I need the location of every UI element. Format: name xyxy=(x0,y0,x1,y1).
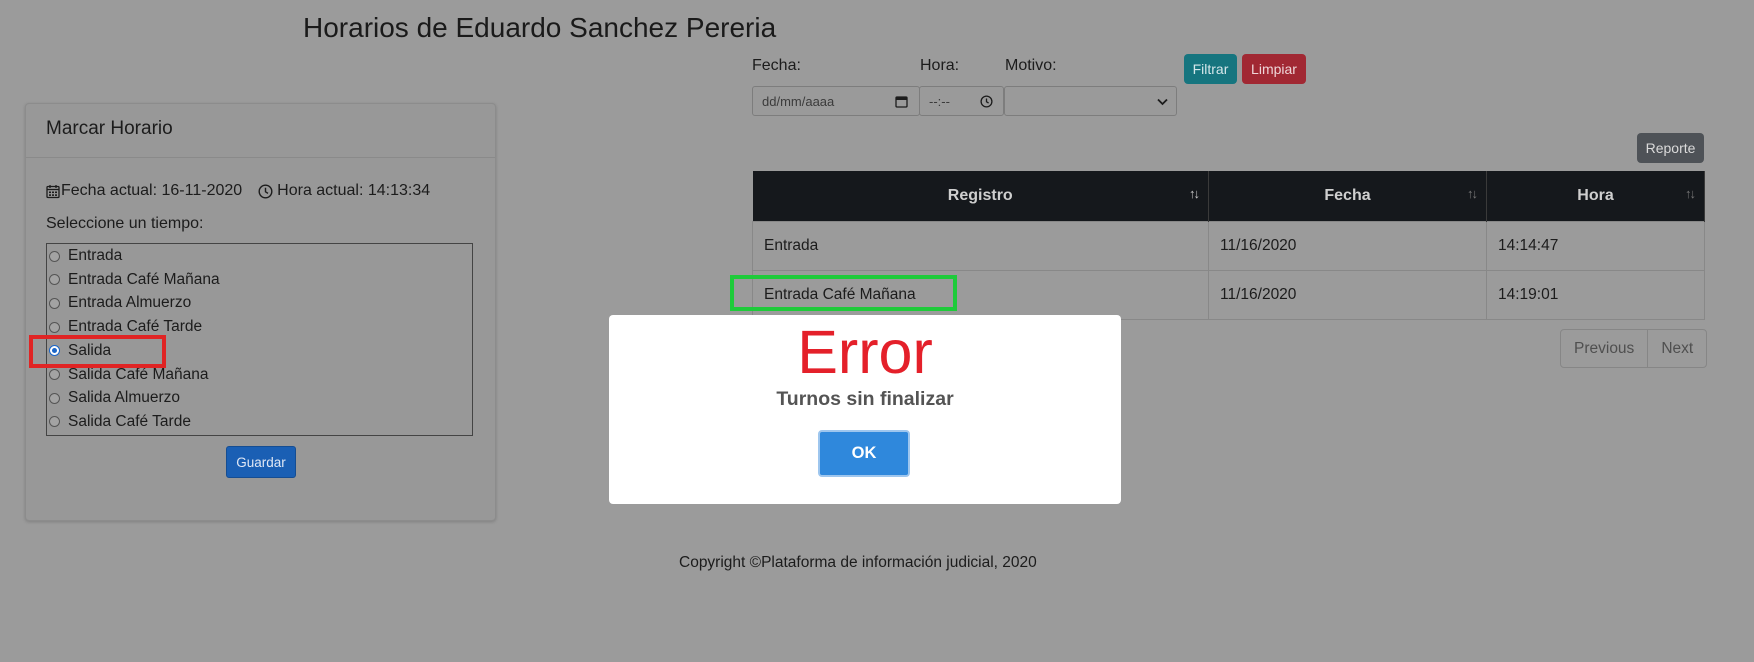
current-date: Fecha actual: 16-11-2020 xyxy=(61,182,243,199)
dialog-title: Error xyxy=(797,318,933,386)
error-dialog: Error Turnos sin finalizar OK xyxy=(609,315,1121,504)
previous-page-button[interactable]: Previous xyxy=(1561,330,1647,367)
table-cell: 14:19:01 xyxy=(1486,270,1705,320)
radio-option[interactable]: Salida Café Tarde xyxy=(47,411,191,433)
pagination: Previous Next xyxy=(1560,329,1708,368)
table-cell: 11/16/2020 xyxy=(1208,270,1487,320)
radio-option-label: Salida Almuerzo xyxy=(68,389,181,407)
radio-option-label: Entrada Café Tarde xyxy=(68,318,203,336)
column-header-hora[interactable]: Hora ↑↓ xyxy=(1486,171,1705,222)
calendar-icon xyxy=(46,184,60,198)
sort-icon: ↑↓ xyxy=(1685,186,1696,201)
radio-option[interactable]: Salida Almuerzo xyxy=(47,387,180,409)
save-button[interactable]: Guardar xyxy=(226,446,296,478)
reason-filter-label: Motivo: xyxy=(1005,57,1057,74)
footer-copyright: Copyright ©Plataforma de información jud… xyxy=(679,554,1037,571)
current-datetime-row: Fecha actual: 16-11-2020 Hora actual: 14… xyxy=(46,182,430,200)
report-button[interactable]: Reporte xyxy=(1637,133,1704,163)
chevron-down-icon xyxy=(1157,98,1168,106)
radio-button[interactable] xyxy=(49,392,60,404)
radio-option-label: Entrada Café Mañana xyxy=(68,270,220,288)
current-time-block: Hora actual: 14:13:34 xyxy=(258,182,430,200)
column-header-label: Hora xyxy=(1577,187,1614,204)
clear-button[interactable]: Limpiar xyxy=(1242,54,1306,84)
table-cell: Entrada xyxy=(752,221,1209,271)
mark-schedule-card: Marcar Horario Fecha actual: 16-11-2020 … xyxy=(25,103,496,521)
ok-button[interactable]: OK xyxy=(818,430,910,477)
date-filter-label: Fecha: xyxy=(752,57,801,74)
column-header-label: Registro xyxy=(947,187,1013,204)
radio-option[interactable]: Entrada Almuerzo xyxy=(47,292,191,314)
dialog-message: Turnos sin finalizar xyxy=(776,388,954,410)
reason-filter-select[interactable] xyxy=(1004,86,1177,116)
table-header-row: Registro ↑↓ Fecha ↑↓ Hora ↑↓ xyxy=(752,171,1705,222)
column-header-registro[interactable]: Registro ↑↓ xyxy=(752,171,1209,222)
date-placeholder: dd/mm/aaaa xyxy=(762,93,835,109)
radio-button[interactable] xyxy=(49,416,60,428)
column-header-fecha[interactable]: Fecha ↑↓ xyxy=(1208,171,1487,222)
clock-icon xyxy=(258,183,273,199)
time-filter-label: Hora: xyxy=(920,57,960,74)
time-filter-input[interactable]: --:-- xyxy=(919,86,1004,116)
radio-option-label: Entrada xyxy=(68,247,123,264)
page-title: Horarios de Eduardo Sanchez Pereria xyxy=(303,12,777,43)
radio-option-label: Salida Café Mañana xyxy=(68,365,209,383)
radio-button[interactable] xyxy=(49,321,60,333)
table-cell: 11/16/2020 xyxy=(1208,221,1487,271)
card-title: Marcar Horario xyxy=(46,118,173,139)
clock-picker-icon[interactable] xyxy=(980,95,993,108)
radio-button[interactable] xyxy=(49,274,60,286)
column-header-label: Fecha xyxy=(1324,187,1371,204)
sort-icon: ↑↓ xyxy=(1189,186,1200,201)
card-header: Marcar Horario xyxy=(26,104,495,158)
highlight-box-green xyxy=(730,275,957,311)
current-time: Hora actual: 14:13:34 xyxy=(277,182,431,199)
radio-option-label: Salida Café Tarde xyxy=(68,412,191,430)
calendar-picker-icon[interactable] xyxy=(895,95,908,108)
sort-icon: ↑↓ xyxy=(1467,186,1478,201)
radio-option[interactable]: Entrada xyxy=(47,245,122,267)
time-placeholder: --:-- xyxy=(929,93,950,109)
radio-button[interactable] xyxy=(49,297,60,309)
highlight-box-red xyxy=(29,335,166,368)
radio-button[interactable] xyxy=(49,369,60,380)
table-cell: 14:14:47 xyxy=(1486,221,1705,271)
radio-option-label: Entrada Almuerzo xyxy=(68,294,192,312)
filter-button[interactable]: Filtrar xyxy=(1184,54,1237,84)
next-page-button[interactable]: Next xyxy=(1647,330,1706,367)
select-time-label: Seleccione un tiempo: xyxy=(46,215,204,232)
radio-button[interactable] xyxy=(49,250,60,262)
date-filter-input[interactable]: dd/mm/aaaa xyxy=(752,86,920,116)
table-row: Entrada 11/16/2020 14:14:47 xyxy=(752,221,1705,271)
radio-option[interactable]: Entrada Café Mañana xyxy=(47,269,220,291)
